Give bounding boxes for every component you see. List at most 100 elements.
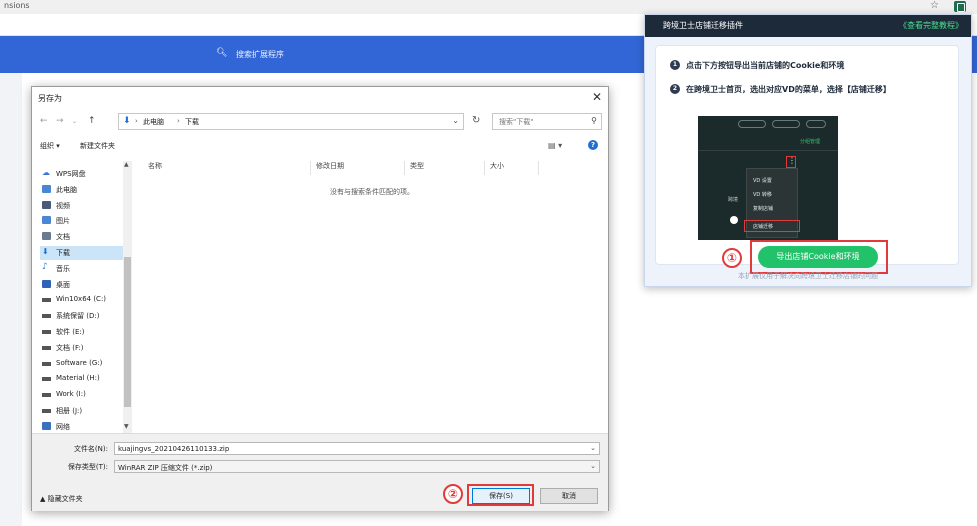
nav-item-label: Work (I:)	[56, 390, 86, 399]
video-icon	[42, 200, 51, 209]
nav-item-label: 下载	[56, 249, 70, 257]
store-search-placeholder: 搜索扩展程序	[236, 50, 284, 59]
chevron-down-icon[interactable]: ⌄	[590, 444, 596, 452]
filename-value: kuajingvs_20210426110133.zip	[118, 445, 230, 453]
nav-item[interactable]: 软件 (E:)	[42, 325, 126, 339]
refresh-icon[interactable]: ↻	[472, 115, 480, 126]
scrollbar-thumb[interactable]	[124, 257, 131, 407]
step-1-number: 1	[670, 60, 680, 70]
star-icon[interactable]: ☆	[930, 0, 939, 11]
filetype-value: WinRAR ZIP 压缩文件 (*.zip)	[118, 464, 213, 472]
search-icon: 🔍︎	[216, 48, 228, 58]
chevron-down-icon[interactable]: ⌄	[452, 116, 459, 125]
nav-item[interactable]: Software (G:)	[42, 357, 126, 371]
nav-item-label: 视频	[56, 201, 70, 210]
column-header-name[interactable]: 名称	[148, 161, 162, 175]
popup-card: 1 点击下方按钮导出当前店铺的Cookie和环境 2 在跨境卫士首页，选出对应V…	[655, 45, 959, 274]
chevron-down-icon[interactable]: ⌄	[590, 462, 596, 470]
folder-search-input[interactable]: 搜索"下载" ⚲	[492, 113, 602, 130]
breadcrumb-downloads[interactable]: 下载	[185, 117, 199, 127]
nav-item-label: 相册 (J:)	[56, 407, 83, 415]
back-arrow-icon[interactable]: ←	[40, 116, 48, 126]
nav-item-label: 桌面	[56, 280, 70, 289]
nav-item[interactable]: Win10x64 (C:)	[42, 293, 126, 307]
export-cookie-button[interactable]: 导出店铺Cookie和环境	[758, 246, 878, 268]
folder-search-placeholder: 搜索"下载"	[499, 118, 534, 126]
tutorial-link[interactable]: 《查看完整教程》	[899, 20, 963, 31]
nav-item[interactable]: 图片	[42, 214, 126, 228]
nav-item[interactable]: Material (H:)	[42, 372, 126, 386]
extension-popup: 跨境卫士店铺迁移插件 《查看完整教程》 1 点击下方按钮导出当前店铺的Cooki…	[644, 14, 972, 287]
nav-item-label: Material (H:)	[56, 374, 100, 383]
nav-item[interactable]: 网络	[42, 420, 126, 433]
extension-icon[interactable]	[954, 1, 966, 12]
popup-footer: 本扩展仅用于解决向跨境卫士迁移店铺的问题	[738, 272, 878, 280]
network-icon	[42, 421, 51, 430]
download-icon: ⬇	[42, 247, 49, 256]
nav-item[interactable]: 此电脑	[42, 183, 126, 197]
nav-item[interactable]: 视频	[42, 199, 126, 213]
step-marker-2: ②	[443, 484, 463, 504]
navigation-pane: ☁ WPS网盘此电脑视频图片文档 ⬇ 下载 ♪ 音乐桌面 Win10x64 (C:) 系统保留…	[36, 161, 132, 433]
help-icon[interactable]: ?	[588, 140, 598, 150]
hide-folders-toggle[interactable]: ▲ 隐藏文件夹	[40, 494, 83, 504]
nav-item-label: Win10x64 (C:)	[56, 295, 107, 304]
dialog-toolbar: 组织 ▾ 新建文件夹 ▤ ▾ ?	[32, 139, 608, 155]
nav-item[interactable]: ⬇ 下载	[40, 246, 126, 260]
close-icon[interactable]: ✕	[592, 90, 602, 104]
picture-icon	[42, 216, 51, 225]
drive-icon	[42, 330, 51, 334]
drive-icon	[42, 314, 51, 319]
step-1-text: 点击下方按钮导出当前店铺的Cookie和环境	[686, 61, 845, 70]
nav-item[interactable]: ☁ WPS网盘	[42, 167, 126, 181]
nav-item[interactable]: 文档	[42, 230, 126, 244]
breadcrumb[interactable]: ⬇ › 此电脑 › 下载 ⌄	[118, 113, 464, 130]
nav-item[interactable]: 相册 (J:)	[42, 404, 126, 418]
drive-icon	[42, 393, 51, 398]
column-header-size[interactable]: 大小	[490, 161, 504, 175]
breadcrumb-this-pc[interactable]: 此电脑	[143, 117, 164, 127]
store-search-input[interactable]: 🔍︎ 搜索扩展程序	[206, 44, 386, 64]
view-options-icon[interactable]: ▤ ▾	[548, 141, 562, 150]
nav-item[interactable]: 桌面	[42, 278, 126, 292]
recent-chevron-icon[interactable]: ⌄	[72, 118, 77, 125]
nav-item-label: 文档	[56, 233, 70, 242]
step-2-number: 2	[670, 84, 680, 94]
filetype-select[interactable]: WinRAR ZIP 压缩文件 (*.zip) ⌄	[114, 460, 600, 473]
filename-label: 文件名(N):	[73, 445, 108, 453]
instruction-screenshot: 分组管理 跨境 VD 设置 VD 转移 复制店铺 店铺迁移	[698, 116, 838, 240]
nav-item-label: 此电脑	[56, 185, 77, 194]
drive-icon	[42, 361, 51, 366]
nav-item[interactable]: 文档 (F:)	[42, 341, 126, 355]
download-icon: ⬇	[123, 116, 131, 126]
navigation-scrollbar[interactable]: ▲ ▼	[123, 161, 132, 433]
document-icon	[42, 232, 51, 241]
step-2-text: 在跨境卫士首页，选出对应VD的菜单，选择【店铺迁移】	[686, 85, 891, 94]
more-menu-icon	[786, 156, 796, 168]
filename-input[interactable]: kuajingvs_20210426110133.zip ⌄	[114, 442, 600, 455]
organize-menu[interactable]: 组织 ▾	[40, 141, 60, 151]
nav-item-label: 音乐	[56, 264, 70, 273]
forward-arrow-icon[interactable]: →	[56, 116, 64, 126]
up-arrow-icon[interactable]: ↑	[88, 116, 96, 126]
nav-item[interactable]: 系统保留 (D:)	[42, 309, 126, 323]
popup-title: 跨境卫士店铺迁移插件	[663, 21, 743, 30]
drive-icon	[42, 298, 51, 303]
popup-header: 跨境卫士店铺迁移插件 《查看完整教程》	[645, 15, 971, 37]
nav-item-label: 文档 (F:)	[56, 343, 84, 352]
column-header-type[interactable]: 类型	[410, 161, 424, 175]
nav-item-label: 软件 (E:)	[56, 328, 85, 336]
desktop-icon	[42, 279, 51, 288]
file-list: 名称 修改日期 类型 大小 没有与搜索条件匹配的项。	[140, 161, 540, 433]
empty-folder-message: 没有与搜索条件匹配的项。	[330, 188, 414, 196]
tab-title[interactable]: nsions	[4, 1, 30, 10]
column-header-date[interactable]: 修改日期	[316, 161, 344, 175]
nav-item[interactable]: ♪ 音乐	[42, 262, 126, 276]
nav-item[interactable]: Work (I:)	[42, 388, 126, 402]
cancel-button[interactable]: 取消	[540, 488, 598, 504]
nav-item-label: 系统保留 (D:)	[56, 312, 100, 321]
save-as-dialog: 另存为 ✕ ← → ⌄ ↑ ⬇ › 此电脑 › 下载 ⌄ ↻ 搜索"下载" ⚲ …	[31, 86, 609, 511]
new-folder-button[interactable]: 新建文件夹	[80, 141, 115, 151]
drive-icon	[42, 345, 51, 350]
search-icon: ⚲	[591, 116, 597, 125]
